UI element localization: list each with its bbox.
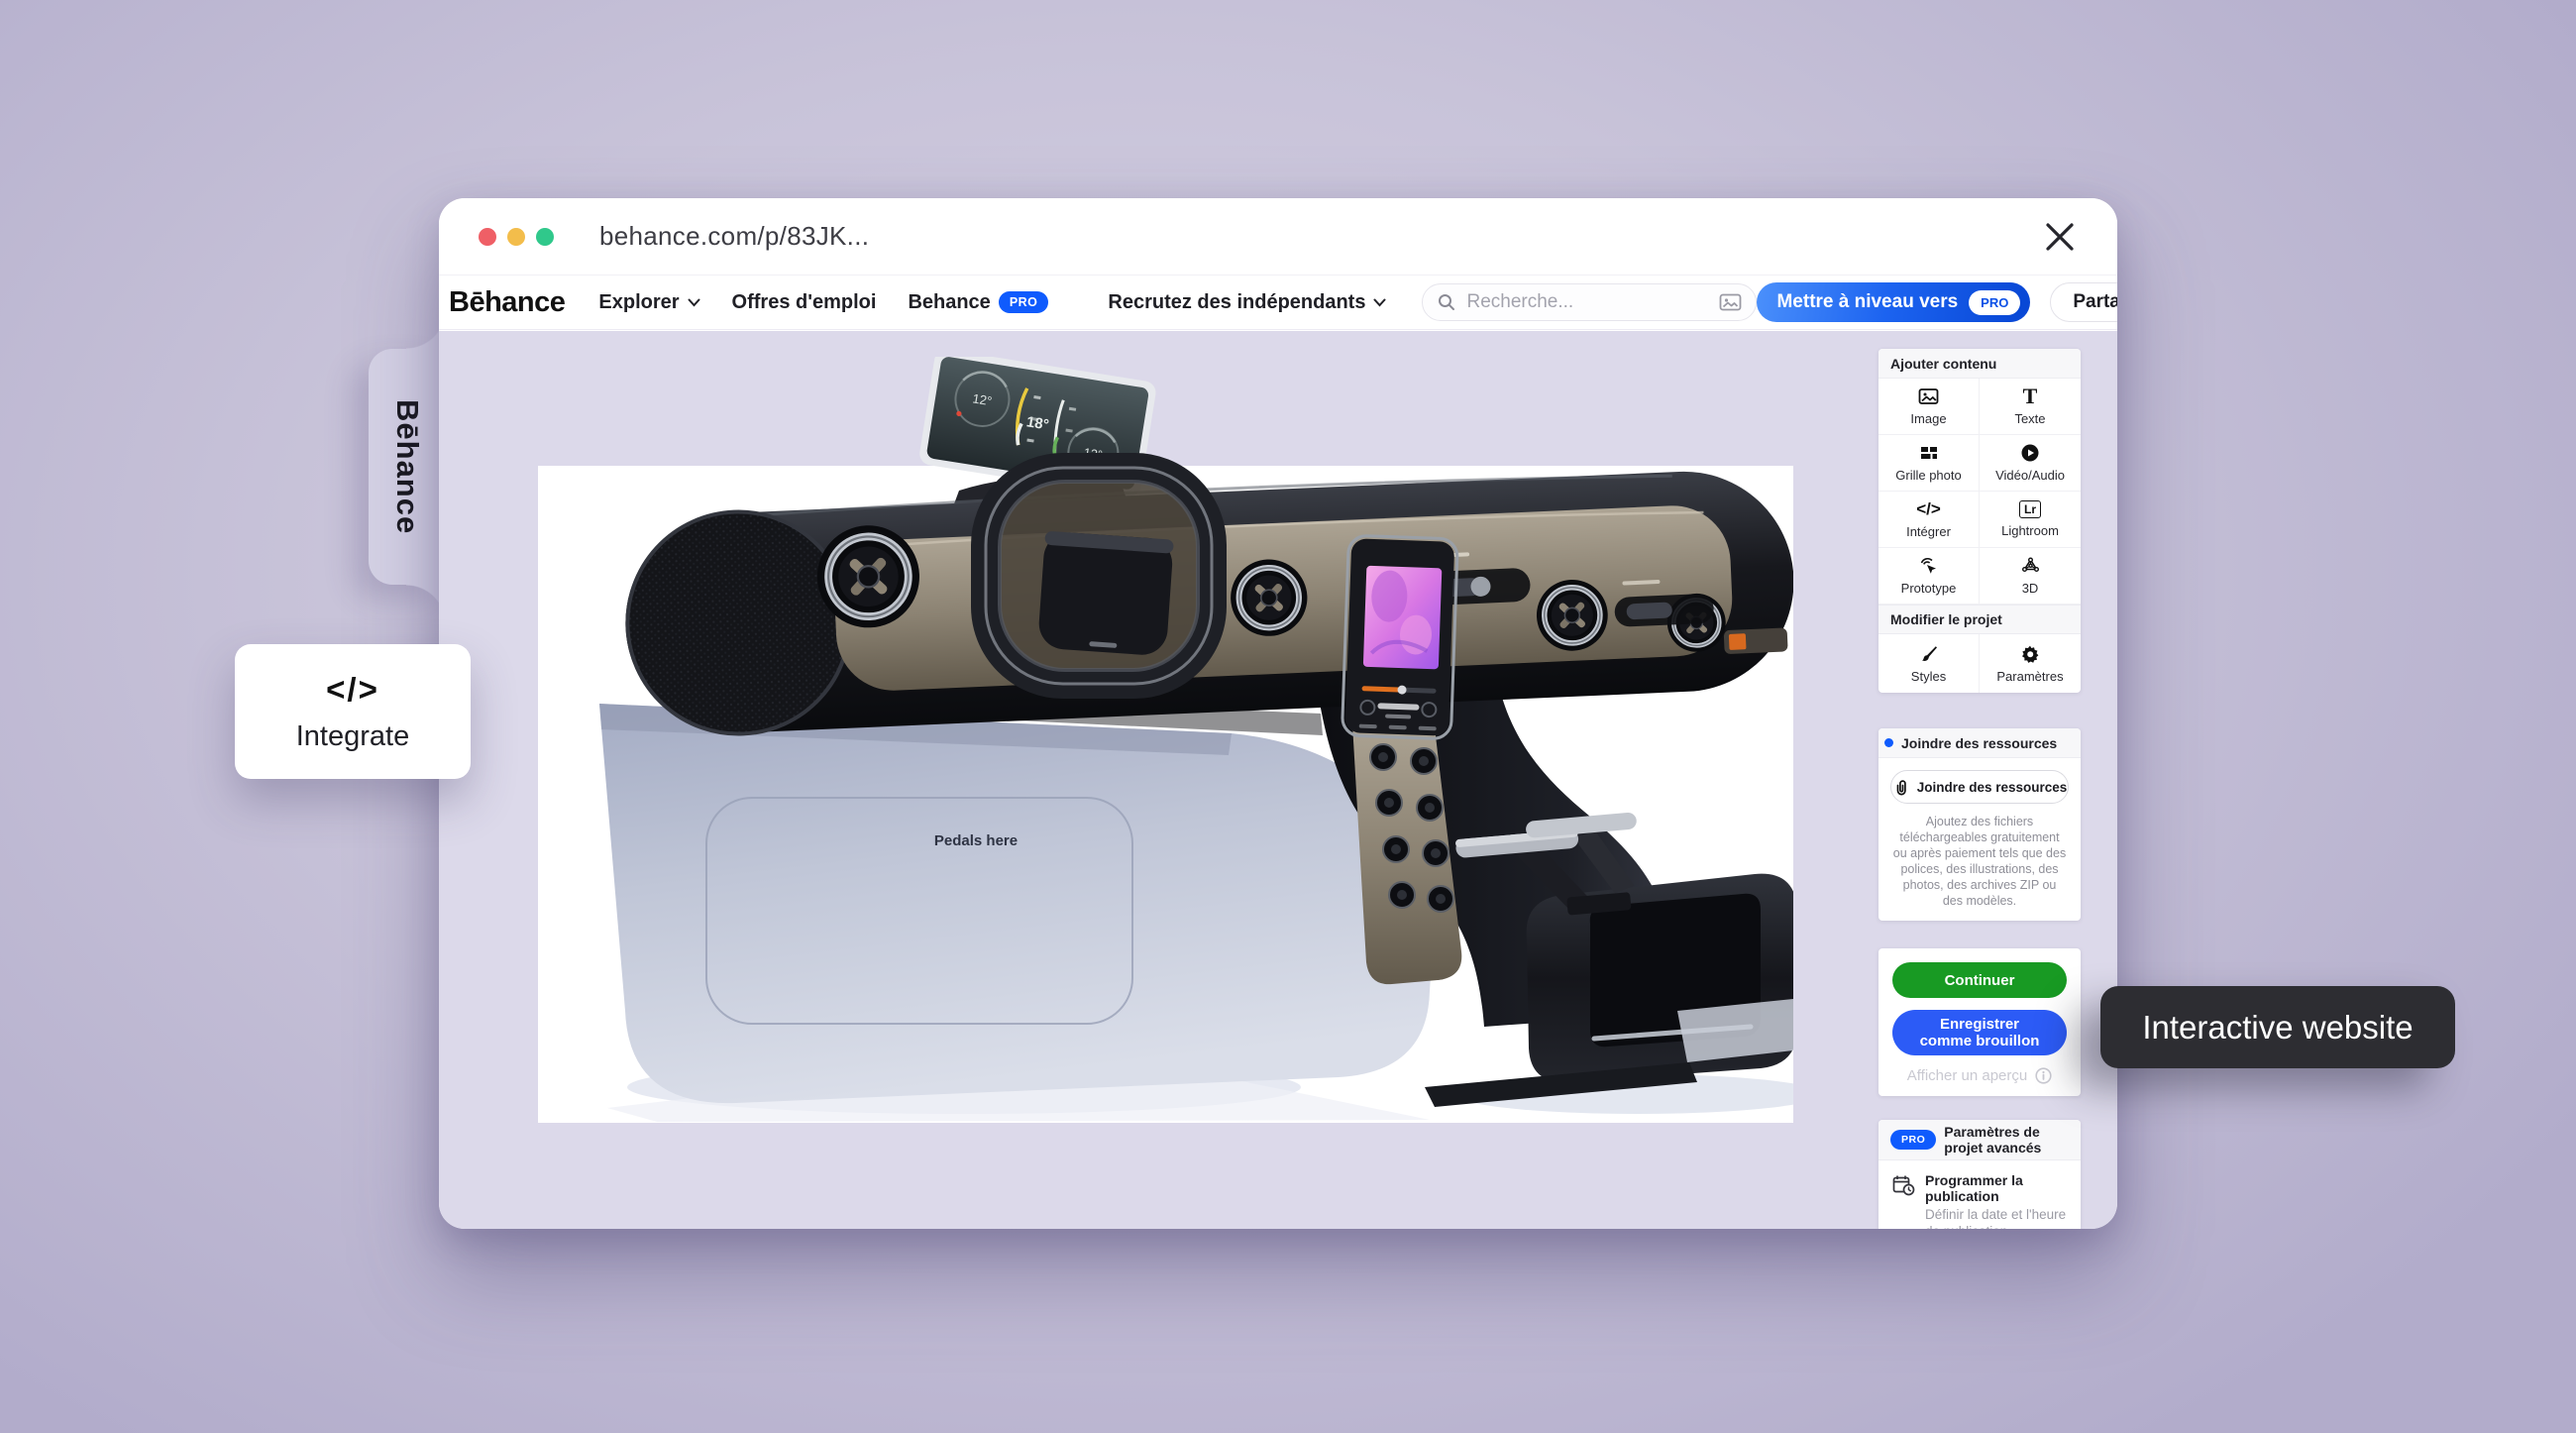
continue-button[interactable]: Continuer — [1892, 962, 2067, 998]
main-nav: Bēhance Explorer Offres d'emploi Behance… — [439, 276, 2117, 330]
info-icon — [2035, 1067, 2052, 1084]
panel-add-content: Ajouter contenu Image T Texte Grille pho… — [1878, 349, 2081, 693]
image-search-icon[interactable] — [1719, 292, 1742, 312]
resources-header: Joindre des ressources — [1878, 728, 2081, 758]
nav-link-explorer[interactable]: Explorer — [598, 291, 699, 314]
text-icon: T — [2023, 386, 2038, 406]
advanced-settings-header: PRO Paramètres de projet avancés — [1878, 1120, 2081, 1160]
zoom-window-button[interactable] — [536, 228, 554, 246]
traffic-lights — [479, 228, 554, 246]
tool-embed[interactable]: </> Intégrer — [1878, 492, 1980, 548]
steering-wheel — [974, 468, 1224, 684]
edit-project-header: Modifier le projet — [1878, 605, 2081, 634]
url-text: behance.com/p/83JK... — [599, 221, 869, 252]
chevron-down-icon — [688, 298, 700, 307]
gauge-center-value: 18° — [1025, 413, 1050, 433]
nav-right-group: Mettre à niveau vers PRO Partager votre … — [1757, 282, 2117, 322]
gauge-left-value: 12° — [971, 390, 993, 408]
photo-grid-icon — [1919, 443, 1939, 463]
minimize-window-button[interactable] — [507, 228, 525, 246]
paperclip-icon — [1892, 778, 1909, 796]
behance-logo[interactable]: Bēhance — [449, 286, 565, 319]
tool-3d[interactable]: 3D — [1980, 548, 2081, 605]
add-content-grid: Image T Texte Grille photo Vidéo/Audio — [1878, 379, 2081, 605]
video-audio-icon — [2020, 443, 2040, 463]
resources-description: Ajoutez des fichiers téléchargeables gra… — [1890, 814, 2069, 909]
side-tab-label: Bēhance — [389, 399, 425, 534]
behance-side-tab[interactable]: Bēhance — [369, 349, 446, 585]
tool-video-audio[interactable]: Vidéo/Audio — [1980, 435, 2081, 492]
cube-3d-icon — [2020, 556, 2041, 576]
panel-actions: Continuer Enregistrer comme brouillon Af… — [1878, 948, 2081, 1096]
code-embed-icon: </> — [326, 671, 379, 709]
editor-sidebar: Ajouter contenu Image T Texte Grille pho… — [1878, 349, 2081, 1229]
integrate-card-label: Integrate — [296, 720, 409, 753]
image-icon — [1918, 386, 1939, 406]
search-icon — [1437, 292, 1456, 312]
search-input[interactable] — [1466, 291, 1709, 313]
integrate-card[interactable]: </> Integrate — [235, 644, 471, 779]
calendar-clock-icon — [1892, 1174, 1915, 1196]
editor-content-area: Pedals here 12° 12° 18° — [439, 331, 2117, 1229]
close-window-button[interactable] — [479, 228, 496, 246]
media-player — [1342, 535, 1457, 739]
project-image-dashboard-render[interactable]: Pedals here 12° 12° 18° — [538, 357, 1793, 1123]
lightroom-icon: Lr — [2019, 500, 2041, 518]
page-background: { "window": { "url": "behance.com/p/83JK… — [0, 0, 2576, 1433]
pedals-label: Pedals here — [934, 832, 1018, 849]
search-bar[interactable] — [1422, 283, 1757, 321]
prototype-icon — [1918, 556, 1939, 576]
add-content-header: Ajouter contenu — [1878, 349, 2081, 379]
tool-lightroom[interactable]: Lr Lightroom — [1980, 492, 2081, 548]
styles-brush-icon — [1919, 644, 1939, 664]
browser-window: behance.com/p/83JK... Bēhance Explorer O… — [439, 198, 2117, 1229]
nav-link-hire-freelancers[interactable]: Recrutez des indépendants — [1108, 291, 1386, 314]
preview-link[interactable]: Afficher un aperçu — [1892, 1067, 2067, 1084]
active-step-dot — [1884, 738, 1893, 747]
edit-project-grid: Styles Paramètres — [1878, 634, 2081, 693]
tool-styles[interactable]: Styles — [1878, 634, 1980, 693]
pro-badge: PRO — [999, 291, 1049, 313]
tool-prototype[interactable]: Prototype — [1878, 548, 1980, 605]
schedule-publication-item[interactable]: Programmer la publication Définir la dat… — [1892, 1172, 2067, 1229]
attach-resources-button[interactable]: Joindre des ressources — [1890, 770, 2069, 804]
share-work-button[interactable]: Partager votre travail — [2050, 282, 2117, 322]
nav-link-jobs[interactable]: Offres d'emploi — [732, 291, 877, 314]
tool-settings[interactable]: Paramètres — [1980, 634, 2081, 693]
panel-advanced-settings: PRO Paramètres de projet avancés Program… — [1878, 1120, 2081, 1229]
nav-link-behance-pro[interactable]: Behance PRO — [908, 291, 1048, 314]
tool-photo-grid[interactable]: Grille photo — [1878, 435, 1980, 492]
pro-badge: PRO — [1969, 290, 2020, 315]
tool-text[interactable]: T Texte — [1980, 379, 2081, 435]
pro-badge: PRO — [1890, 1130, 1936, 1150]
upgrade-pro-button[interactable]: Mettre à niveau vers PRO — [1757, 282, 2030, 322]
close-icon[interactable] — [2040, 217, 2080, 257]
tool-image[interactable]: Image — [1878, 379, 1980, 435]
embed-icon: </> — [1916, 499, 1941, 519]
panel-resources: Joindre des ressources Joindre des resso… — [1878, 728, 2081, 921]
floor-mat: Pedals here — [599, 704, 1435, 1103]
interactive-website-tooltip: Interactive website — [2100, 986, 2455, 1068]
browser-header: behance.com/p/83JK... — [439, 198, 2117, 276]
chevron-down-icon — [1373, 298, 1386, 307]
save-draft-button[interactable]: Enregistrer comme brouillon — [1892, 1010, 2067, 1055]
settings-gear-icon — [2020, 644, 2040, 664]
